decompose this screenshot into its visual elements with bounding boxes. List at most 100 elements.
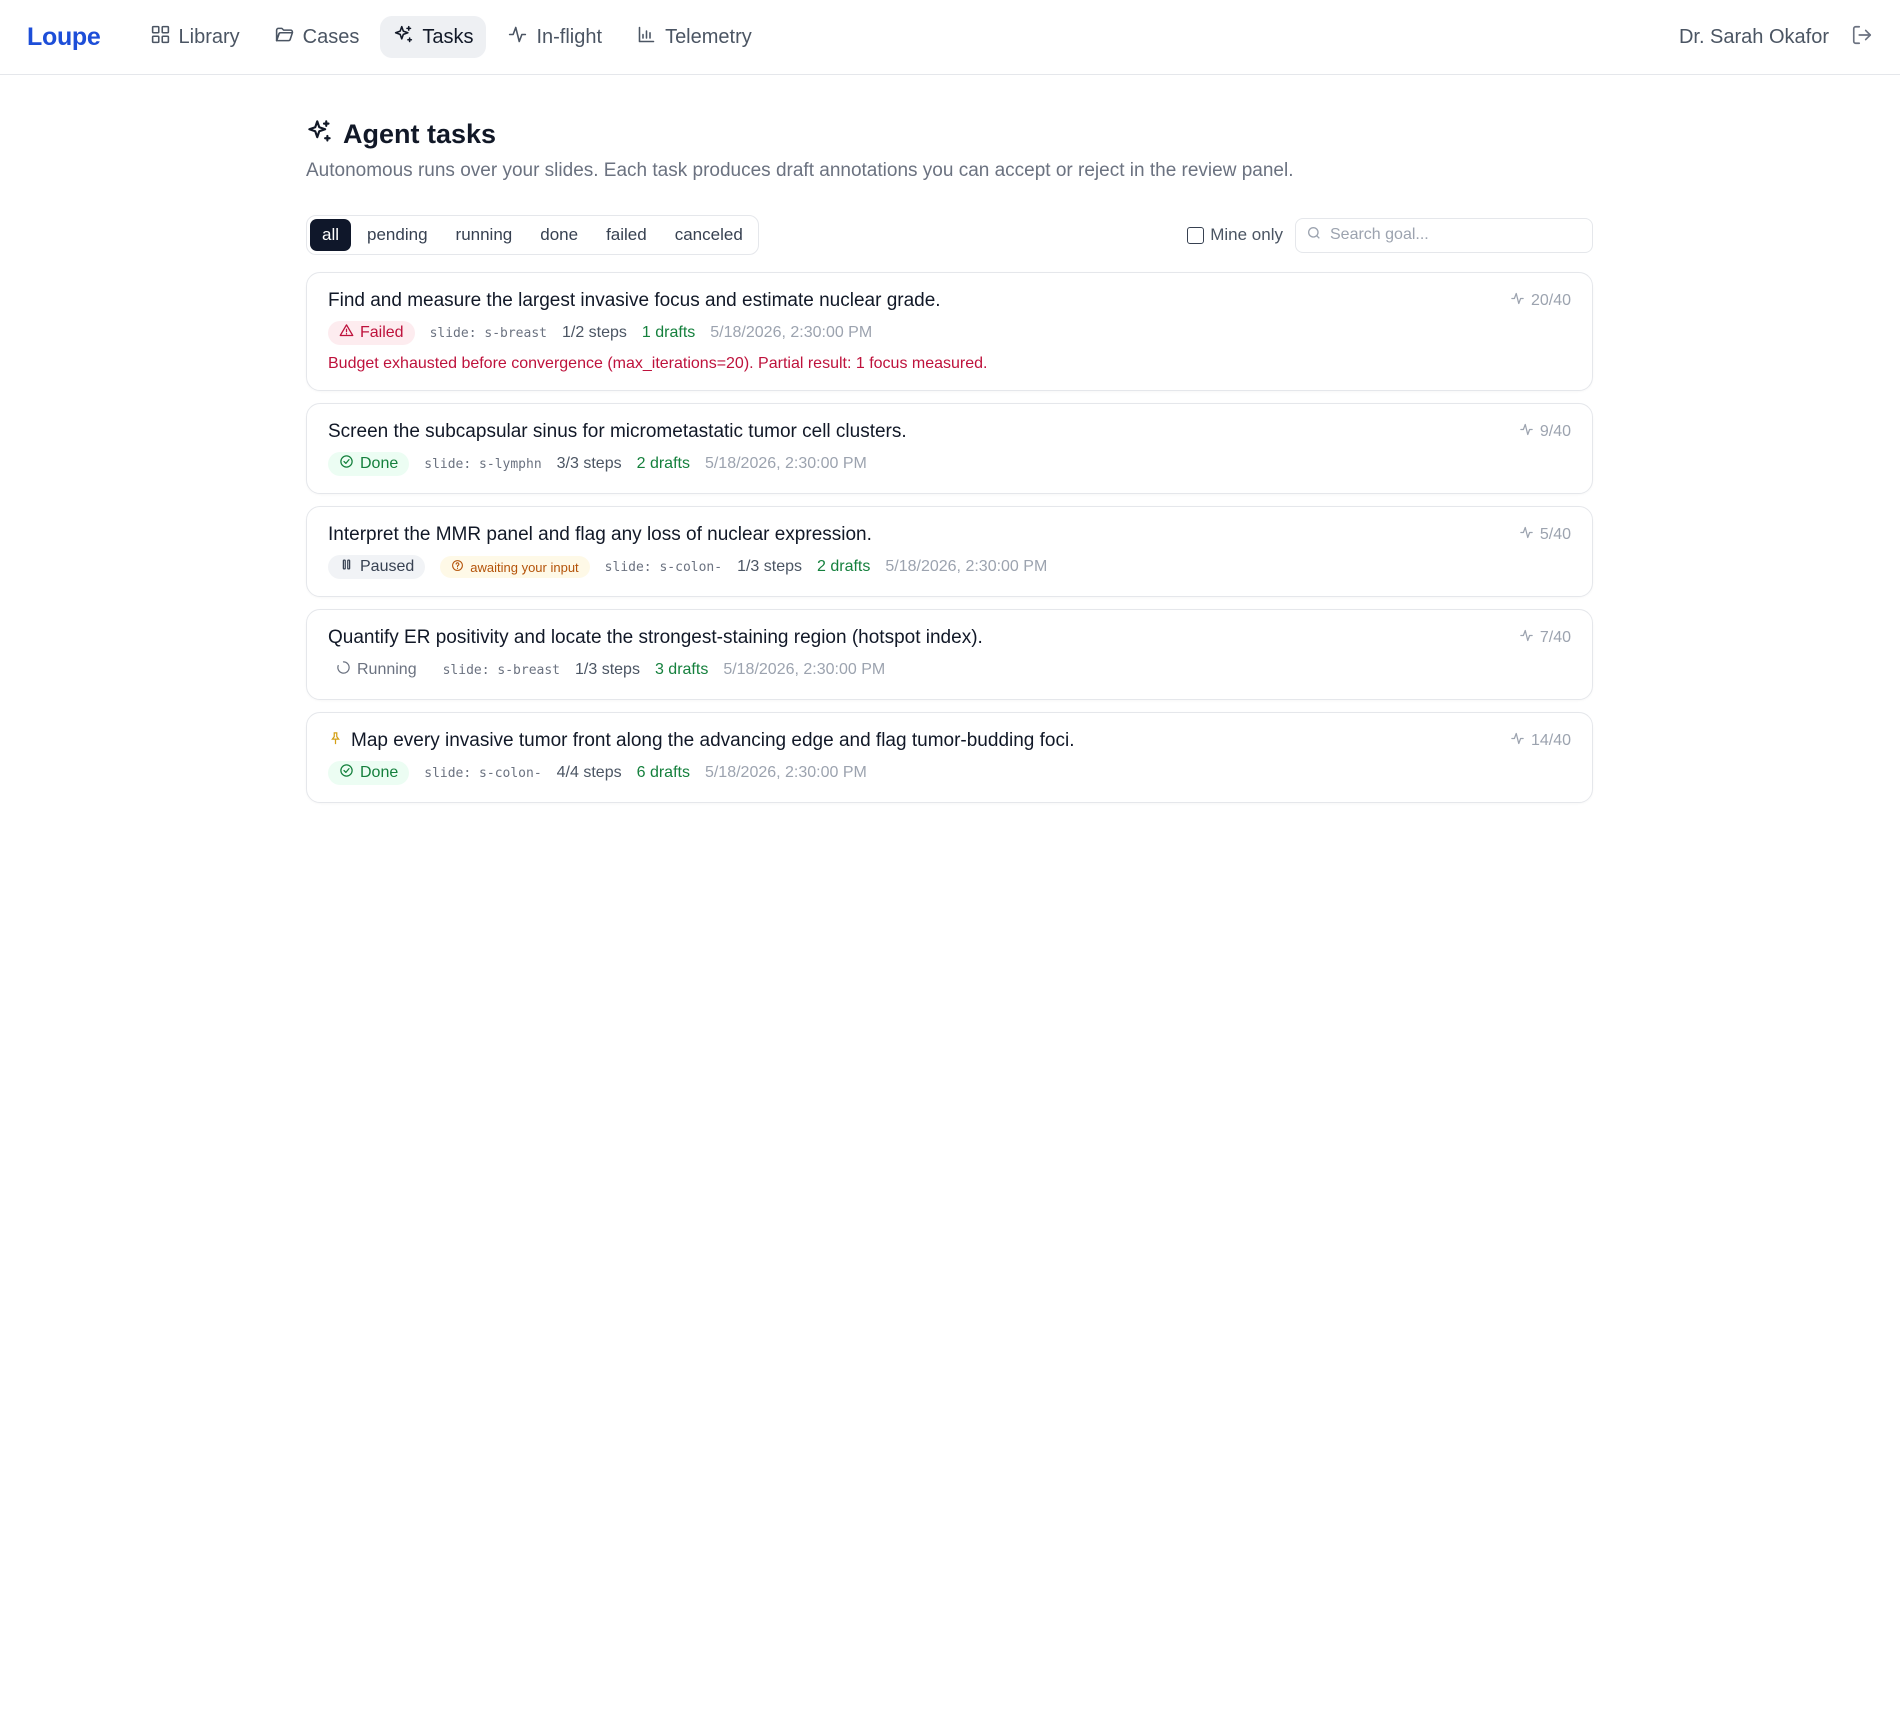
status-label: Paused [360,558,415,575]
task-goal-text: Quantify ER positivity and locate the st… [328,627,983,648]
slide-id: slide: s-breast [429,325,547,341]
activity-icon [1510,291,1525,311]
warning-icon [339,323,354,343]
steps-count: 4/4 steps [556,764,622,781]
filter-canceled[interactable]: canceled [663,219,755,251]
task-goal-text: Interpret the MMR panel and flag any los… [328,524,872,545]
status-badge: Failed [328,321,415,345]
nav-item-library[interactable]: Library [137,16,253,58]
brand-logo[interactable]: Loupe [27,23,101,52]
status-badge: Running [328,658,428,682]
mine-only-toggle[interactable]: Mine only [1187,225,1283,245]
activity-icon [1519,525,1534,545]
mine-only-checkbox[interactable] [1187,226,1205,244]
slide-id: slide: s-lymphn [424,456,542,472]
timestamp: 5/18/2026, 2:30:00 PM [704,764,867,781]
iteration-value: 7/40 [1539,629,1571,646]
steps-count: 1/2 steps [561,324,627,341]
activity-icon [507,24,528,51]
error-message: Budget exhausted before convergence (max… [328,355,988,372]
steps-count: 1/3 steps [737,558,803,575]
task-meta: Paused awaiting your input slide: s-colo… [328,555,1571,579]
filter-running[interactable]: running [444,219,525,251]
timestamp: 5/18/2026, 2:30:00 PM [885,558,1048,575]
search-input[interactable] [1330,226,1580,244]
spinner-icon [336,660,351,680]
top-nav-bar: Loupe Library Cases Tasks In-flight Tele… [0,0,1900,75]
nav-item-tasks[interactable]: Tasks [380,16,487,58]
nav-item-cases[interactable]: Cases [261,16,373,58]
pin-icon[interactable] [328,730,343,752]
nav-item-in-flight[interactable]: In-flight [494,16,615,58]
iteration-count: 20/40 [1510,291,1571,311]
drafts-count: 2 drafts [636,455,690,472]
iteration-count: 7/40 [1519,628,1571,648]
status-filter-group: all pending running done failed canceled [306,215,759,255]
search-icon [1306,225,1322,246]
nav-item-telemetry[interactable]: Telemetry [623,16,765,58]
activity-icon [1519,628,1534,648]
grid-icon [150,24,171,51]
mine-only-label: Mine only [1210,225,1283,244]
filter-all[interactable]: all [310,219,352,251]
status-label: Done [360,764,399,781]
task-goal: Interpret the MMR panel and flag any los… [328,524,1571,546]
task-meta: Running slide: s-breast 1/3 steps 3 draf… [328,658,1571,682]
check-circle-icon [339,454,354,474]
nav-item-label: Tasks [422,25,474,48]
sparkles-icon [306,118,333,150]
nav-item-label: In-flight [536,25,603,48]
user-area: Dr. Sarah Okafor [1679,0,1873,75]
toolbar-right: Mine only [1187,217,1593,253]
iteration-count: 9/40 [1519,422,1571,442]
status-label: Failed [360,324,404,341]
task-card[interactable]: Find and measure the largest invasive fo… [306,272,1593,391]
nav-item-label: Cases [302,25,360,48]
task-list: Find and measure the largest invasive fo… [306,272,1593,803]
drafts-count: 2 drafts [817,558,871,575]
status-label: Running [357,661,417,678]
task-meta: Done slide: s-colon- 4/4 steps 6 drafts … [328,761,1571,785]
status-label: Done [360,455,399,472]
timestamp: 5/18/2026, 2:30:00 PM [704,455,867,472]
bar-chart-icon [636,24,657,51]
iteration-value: 5/40 [1539,526,1571,543]
drafts-count: 3 drafts [654,661,709,678]
activity-icon [1519,422,1534,442]
task-meta: Failed slide: s-breast 1/2 steps 1 draft… [328,321,1571,345]
slide-id: slide: s-colon- [604,559,723,575]
page-title: Agent tasks [343,118,497,149]
iteration-value: 14/40 [1530,732,1571,749]
timestamp: 5/18/2026, 2:30:00 PM [723,661,886,678]
task-card[interactable]: Interpret the MMR panel and flag any los… [306,506,1593,597]
pause-icon [339,557,354,577]
task-card[interactable]: Quantify ER positivity and locate the st… [306,609,1593,700]
task-goal: Quantify ER positivity and locate the st… [328,627,1571,649]
status-badge: Done [328,452,410,476]
slide-id: slide: s-colon- [424,765,542,781]
filter-pending[interactable]: pending [355,219,440,251]
check-circle-icon [339,763,354,783]
user-name[interactable]: Dr. Sarah Okafor [1679,26,1829,49]
nav-item-label: Telemetry [665,25,752,48]
filter-done[interactable]: done [528,219,590,251]
status-badge: Paused [328,555,426,579]
iteration-count: 5/40 [1519,525,1571,545]
steps-count: 1/3 steps [575,661,640,678]
task-goal-text: Map every invasive tumor front along the… [351,730,1075,751]
task-meta: Done slide: s-lymphn 3/3 steps 2 drafts … [328,452,1571,476]
task-card[interactable]: Map every invasive tumor front along the… [306,712,1593,803]
main-content: Agent tasks Autonomous runs over your sl… [306,118,1593,803]
help-circle-icon [451,559,464,575]
iteration-value: 20/40 [1530,292,1571,309]
page-subtitle: Autonomous runs over your slides. Each t… [306,160,1294,181]
folder-icon [274,24,295,51]
drafts-count: 1 drafts [641,324,696,341]
page-header: Agent tasks [306,118,1593,150]
filter-failed[interactable]: failed [594,219,659,251]
task-card[interactable]: Screen the subcapsular sinus for microme… [306,403,1593,494]
iteration-value: 9/40 [1539,423,1571,440]
main-nav: Library Cases Tasks In-flight Telemetry [137,16,765,58]
iteration-count: 14/40 [1510,731,1571,751]
logout-icon[interactable] [1851,24,1873,51]
